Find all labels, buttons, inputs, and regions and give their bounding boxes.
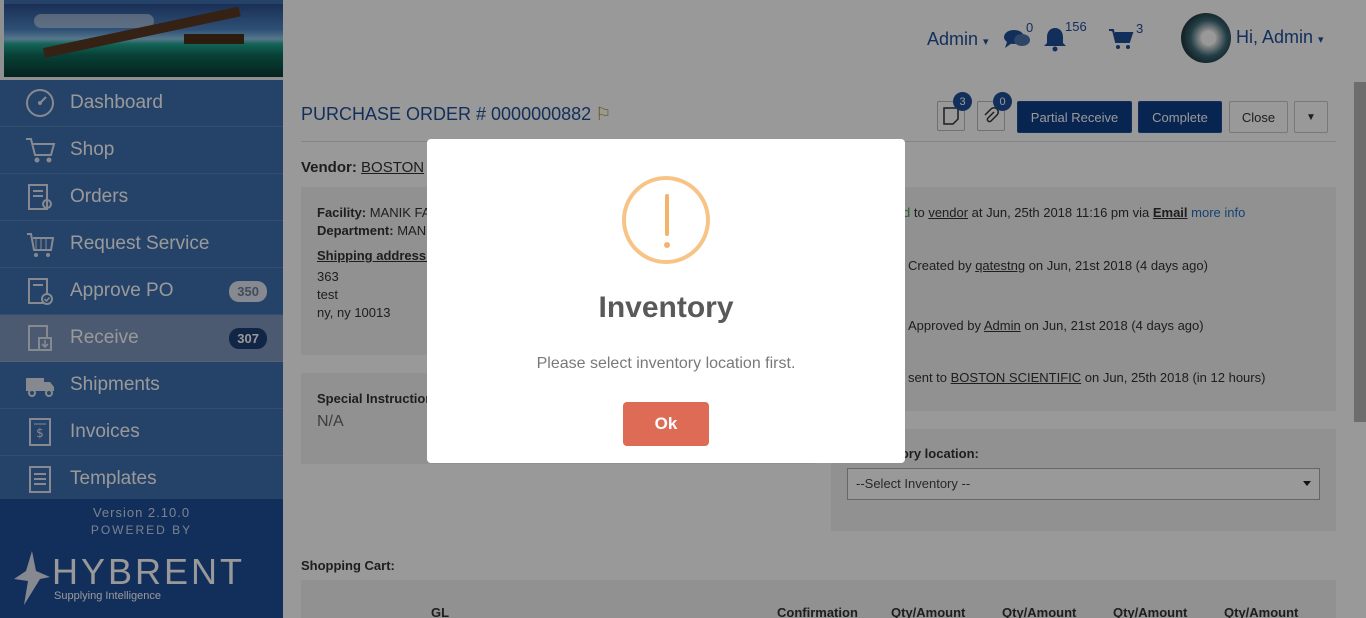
ok-button[interactable]: Ok	[623, 402, 709, 446]
alert-dialog: Inventory Please select inventory locati…	[427, 139, 905, 463]
dialog-message: Please select inventory location first.	[536, 355, 796, 372]
dialog-title: Inventory	[598, 291, 734, 324]
warning-icon	[622, 176, 710, 264]
